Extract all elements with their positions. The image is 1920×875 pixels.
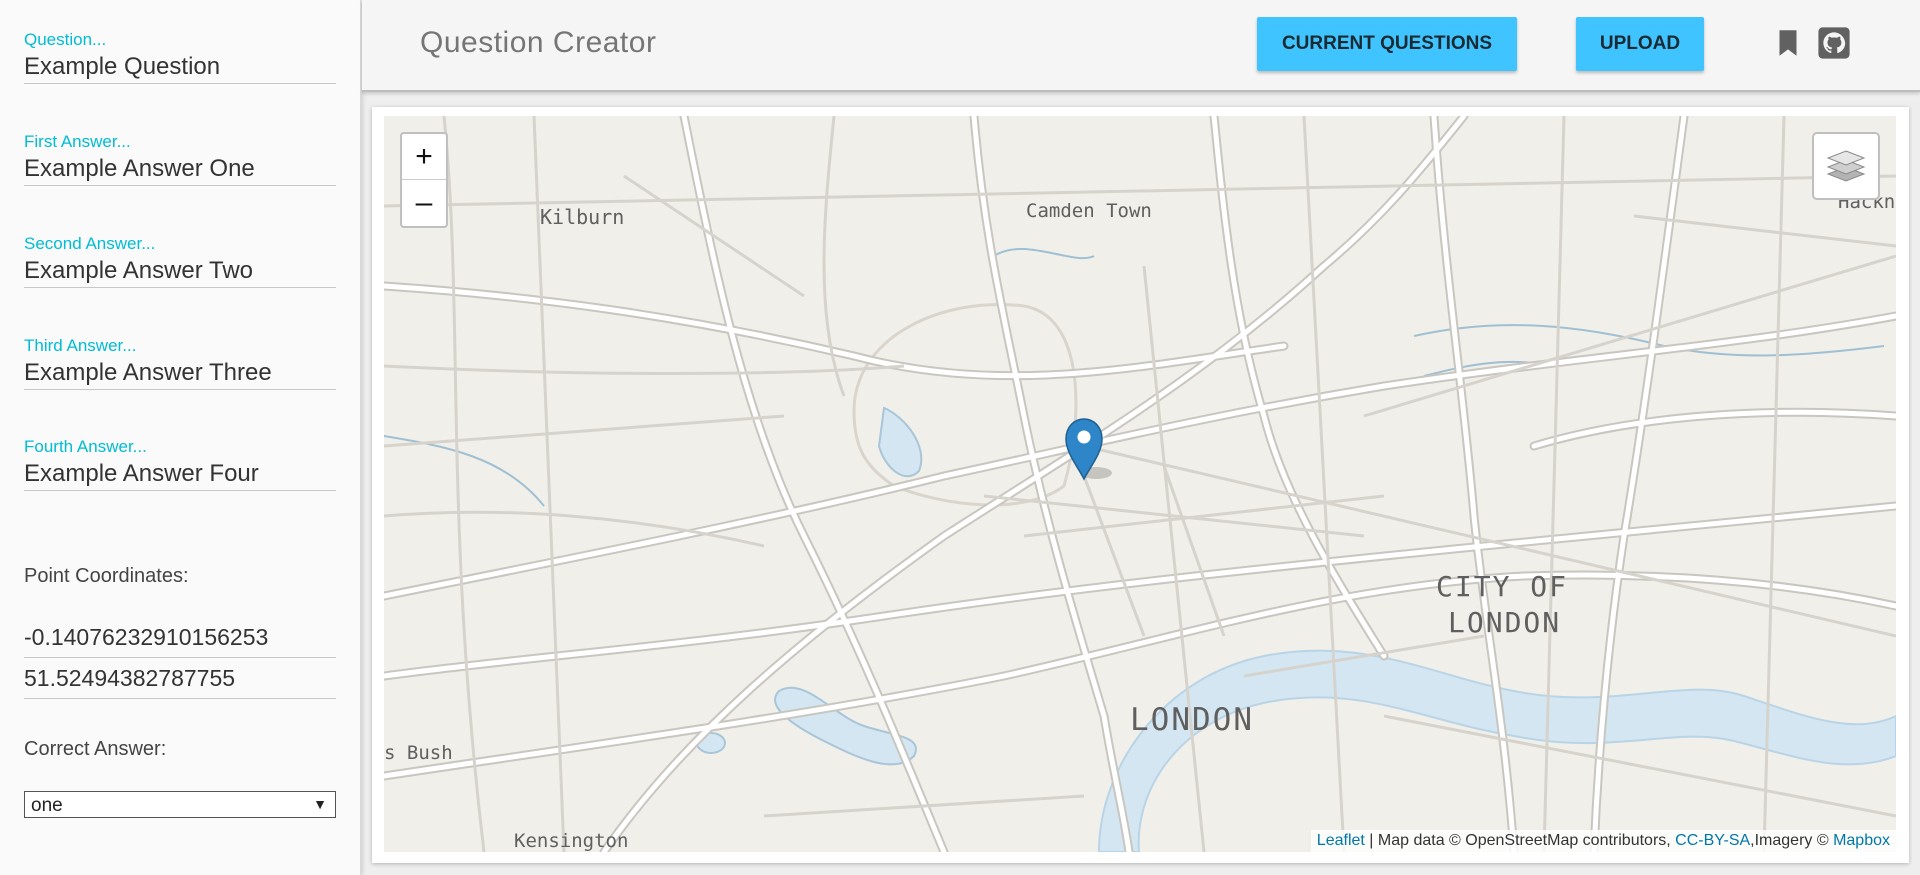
first-answer-input[interactable] (24, 152, 336, 186)
cc-by-sa-link[interactable]: CC-BY-SA (1675, 832, 1750, 849)
mapbox-link[interactable]: Mapbox (1833, 832, 1890, 849)
second-answer-input[interactable] (24, 254, 336, 288)
current-questions-button[interactable]: CURRENT QUESTIONS (1257, 17, 1517, 71)
attribution-separator: | (1364, 832, 1378, 849)
second-answer-field: Second Answer... (24, 234, 336, 294)
zoom-in-button[interactable]: + (402, 134, 446, 180)
correct-answer-select[interactable]: one ▼ (24, 791, 336, 818)
dropdown-arrow-icon: ▼ (313, 796, 327, 812)
question-label: Question... (24, 30, 107, 49)
github-icon[interactable] (1817, 26, 1851, 60)
upload-button[interactable]: UPLOAD (1576, 17, 1704, 71)
fourth-answer-label: Fourth Answer... (24, 437, 147, 456)
fourth-answer-field: Fourth Answer... (24, 437, 336, 497)
question-form-sidebar: Question... First Answer... Second Answe… (0, 0, 361, 875)
place-label-kilburn: Kilburn (540, 205, 625, 229)
attribution-mapdata: Map data © OpenStreetMap contributors, (1377, 832, 1676, 849)
correct-answer-label: Correct Answer: (24, 738, 167, 760)
place-label-city-london: LONDON (1448, 606, 1562, 639)
latitude-input[interactable] (24, 659, 336, 699)
point-coordinates-label: Point Coordinates: (24, 565, 189, 587)
longitude-input[interactable] (24, 618, 336, 658)
layers-control-button[interactable] (1812, 132, 1880, 200)
place-label-shepherds-bush: s Bush (384, 742, 453, 764)
place-label-kensington: Kensington (514, 830, 629, 852)
map-canvas[interactable]: Kilburn Camden Town Hackn CITY OF LONDON… (384, 116, 1896, 852)
question-field: Question... (24, 30, 336, 90)
first-answer-field: First Answer... (24, 132, 336, 192)
leaflet-link[interactable]: Leaflet (1317, 832, 1365, 849)
place-label-london: LONDON (1130, 702, 1254, 738)
place-label-city-of: CITY OF (1436, 570, 1569, 603)
app-header: Question Creator CURRENT QUESTIONS UPLOA… (362, 0, 1920, 92)
first-answer-label: First Answer... (24, 132, 131, 151)
second-answer-label: Second Answer... (24, 234, 156, 253)
layers-icon (1826, 150, 1866, 182)
page-title: Question Creator (420, 26, 657, 59)
location-marker-icon[interactable] (1064, 417, 1112, 483)
zoom-out-button[interactable]: – (402, 180, 446, 226)
fourth-answer-input[interactable] (24, 457, 336, 491)
correct-answer-value: one (31, 795, 63, 816)
question-input[interactable] (24, 50, 336, 84)
zoom-control: + – (400, 132, 448, 228)
third-answer-input[interactable] (24, 356, 336, 390)
place-label-camden-town: Camden Town (1026, 200, 1152, 222)
bookmark-icon[interactable] (1771, 26, 1805, 60)
attribution-imagery: ,Imagery © (1750, 832, 1834, 849)
third-answer-label: Third Answer... (24, 336, 137, 355)
third-answer-field: Third Answer... (24, 336, 336, 396)
app-root: Question... First Answer... Second Answe… (0, 0, 1920, 875)
map-panel: Kilburn Camden Town Hackn CITY OF LONDON… (372, 107, 1909, 863)
map-attribution: Leaflet | Map data © OpenStreetMap contr… (1310, 830, 1896, 852)
